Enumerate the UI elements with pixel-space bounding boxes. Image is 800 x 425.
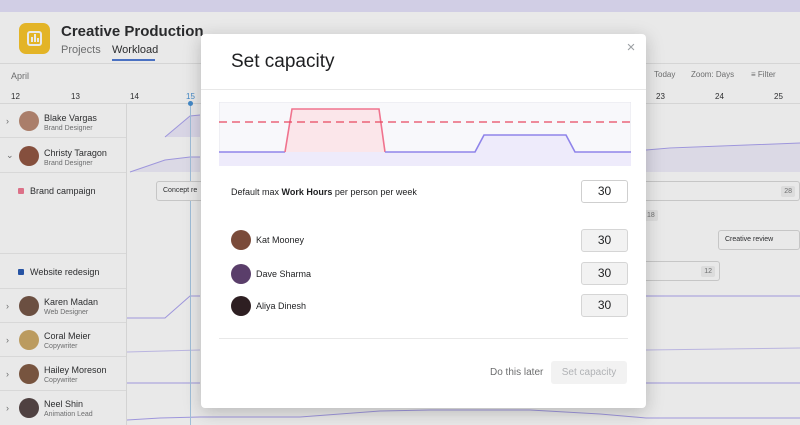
set-capacity-button[interactable]: Set capacity bbox=[551, 361, 627, 384]
set-capacity-dialog: Set capacity × Default max Work Hours pe… bbox=[201, 34, 646, 408]
member-name: Dave Sharma bbox=[256, 269, 312, 279]
dialog-footer-divider bbox=[219, 338, 628, 339]
close-icon[interactable]: × bbox=[624, 40, 638, 55]
dialog-header-divider bbox=[201, 89, 646, 90]
avatar bbox=[231, 230, 251, 250]
capacity-preview-chart bbox=[219, 102, 631, 166]
dialog-title: Set capacity bbox=[231, 51, 335, 72]
member-name: Aliya Dinesh bbox=[256, 301, 307, 311]
avatar bbox=[231, 264, 251, 284]
label-prefix: Default max bbox=[231, 187, 282, 197]
label-suffix: per person per week bbox=[332, 187, 417, 197]
member-capacity-input[interactable]: 30 bbox=[581, 294, 628, 317]
default-capacity-input[interactable]: 30 bbox=[581, 180, 628, 203]
label-bold: Work Hours bbox=[281, 187, 333, 197]
member-capacity-input[interactable]: 30 bbox=[581, 229, 628, 252]
default-capacity-label: Default max Work Hours per person per we… bbox=[231, 187, 417, 197]
overload-area bbox=[285, 109, 385, 152]
member-capacity-input[interactable]: 30 bbox=[581, 262, 628, 285]
avatar bbox=[231, 296, 251, 316]
do-this-later-button[interactable]: Do this later bbox=[490, 367, 543, 378]
member-name: Kat Mooney bbox=[256, 235, 305, 245]
